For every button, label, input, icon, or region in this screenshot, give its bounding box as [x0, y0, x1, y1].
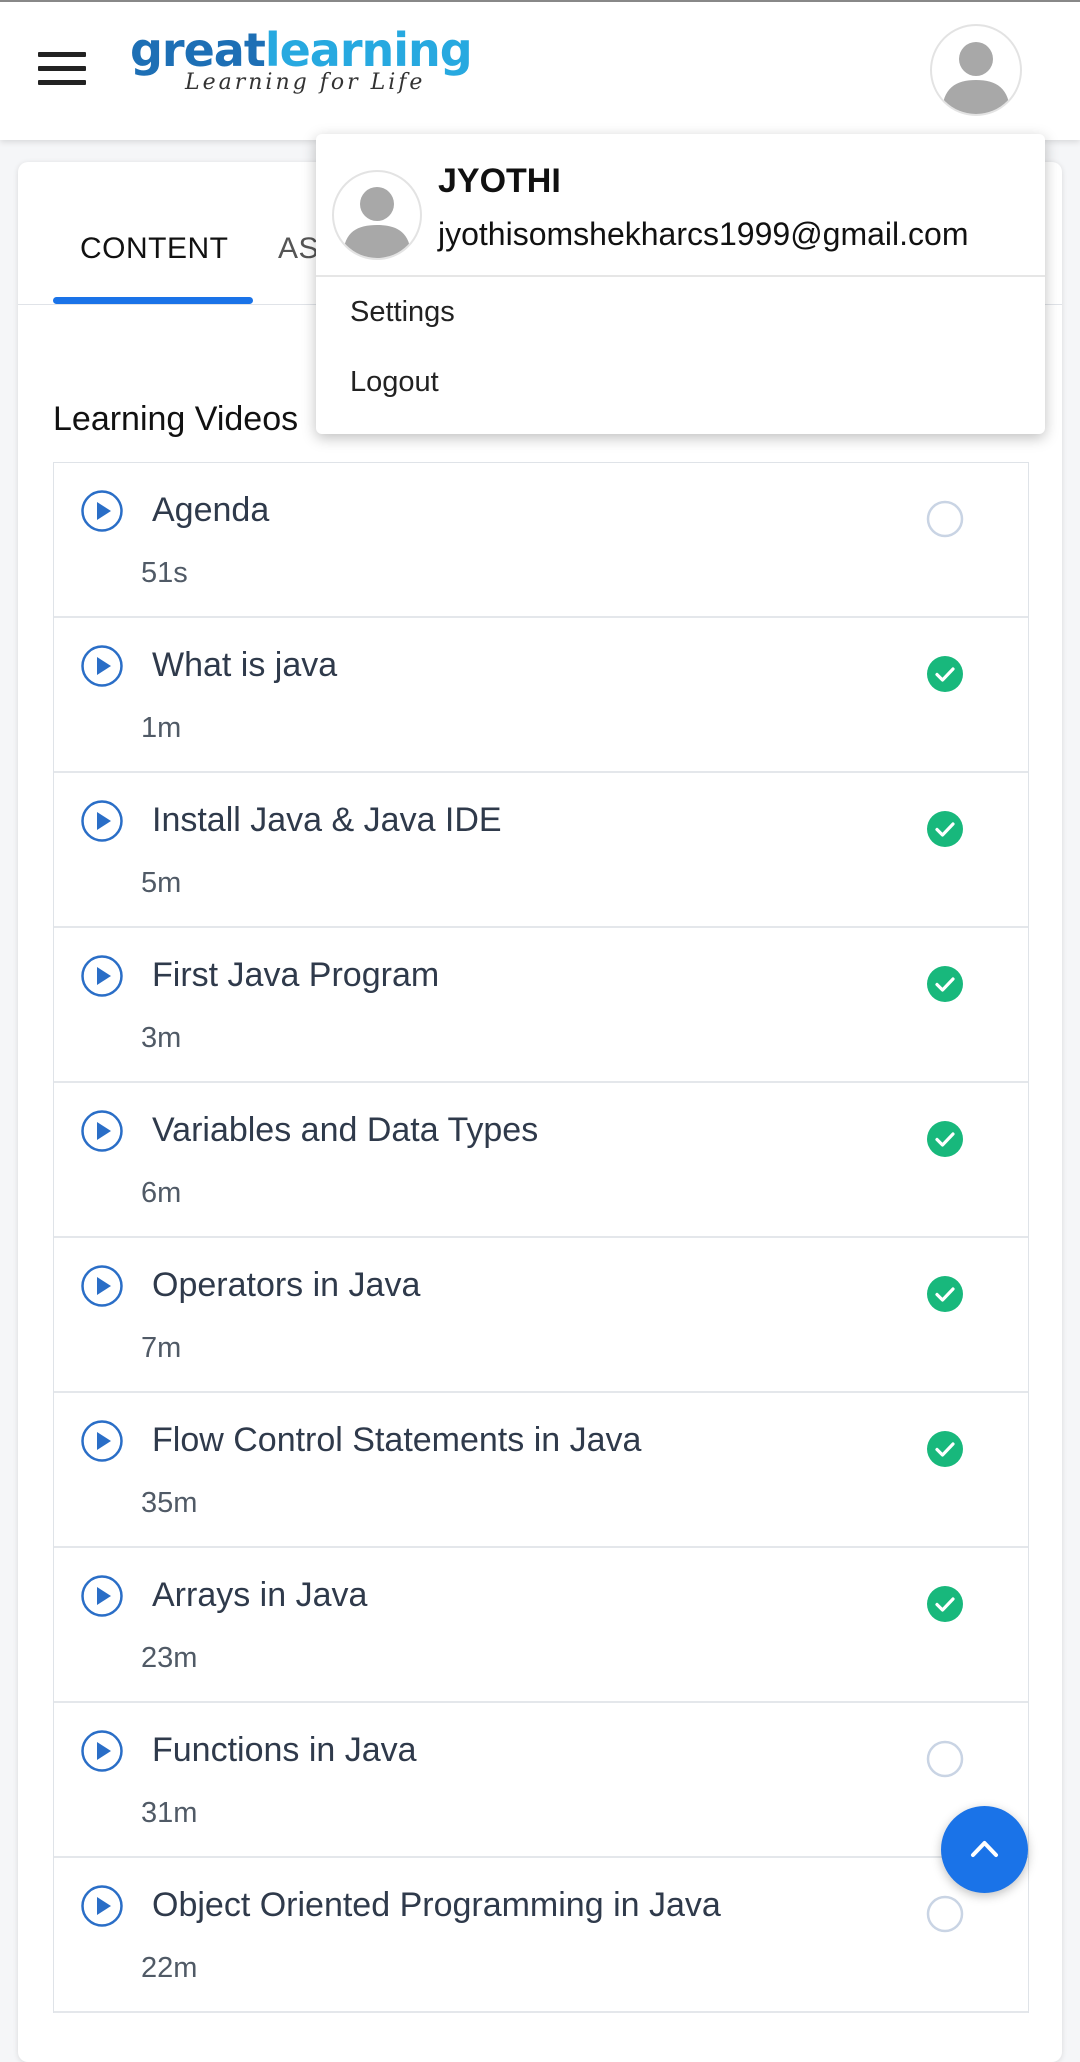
video-duration: 5m	[141, 867, 182, 899]
video-duration: 7m	[141, 1332, 182, 1364]
greatlearning-logo[interactable]: greatlearning Learning for Life	[130, 23, 473, 95]
video-row[interactable]: Object Oriented Programming in Java 22m	[54, 1858, 1028, 2013]
video-title[interactable]: Agenda	[152, 491, 269, 530]
video-duration: 35m	[141, 1487, 198, 1519]
incomplete-circle-icon	[926, 1895, 964, 1933]
video-duration: 51s	[141, 557, 188, 589]
dropdown-divider	[316, 275, 1045, 277]
profile-dropdown: JYOTHI jyothisomshekharcs1999@gmail.com …	[316, 134, 1045, 434]
logout-menu-item[interactable]: Logout	[350, 366, 439, 399]
play-circle-icon[interactable]	[80, 644, 124, 688]
video-title[interactable]: Variables and Data Types	[152, 1111, 538, 1150]
play-circle-icon[interactable]	[80, 1729, 124, 1773]
video-row[interactable]: Variables and Data Types 6m	[54, 1083, 1028, 1238]
video-duration: 31m	[141, 1797, 198, 1829]
video-title[interactable]: Flow Control Statements in Java	[152, 1421, 641, 1460]
video-title[interactable]: Operators in Java	[152, 1266, 420, 1305]
chevron-up-icon	[971, 1841, 998, 1857]
video-title[interactable]: What is java	[152, 646, 337, 685]
video-row[interactable]: What is java 1m	[54, 618, 1028, 773]
logo-wordmark: greatlearning	[130, 23, 473, 77]
play-circle-icon[interactable]	[80, 489, 124, 533]
completed-check-icon	[927, 811, 963, 847]
video-title[interactable]: Arrays in Java	[152, 1576, 367, 1615]
completed-check-icon	[927, 1586, 963, 1622]
play-circle-icon[interactable]	[80, 1264, 124, 1308]
play-circle-icon[interactable]	[80, 1419, 124, 1463]
profile-avatar-icon	[332, 170, 422, 260]
incomplete-circle-icon	[926, 1740, 964, 1778]
completed-check-icon	[927, 966, 963, 1002]
play-circle-icon[interactable]	[80, 1884, 124, 1928]
settings-menu-item[interactable]: Settings	[350, 296, 455, 329]
video-title[interactable]: Functions in Java	[152, 1731, 417, 1770]
video-row[interactable]: Operators in Java 7m	[54, 1238, 1028, 1393]
video-row[interactable]: Flow Control Statements in Java 35m	[54, 1393, 1028, 1548]
completed-check-icon	[927, 656, 963, 692]
course-content-card: CONTENT AS Learning Videos Agenda 51s What…	[18, 162, 1062, 2062]
hamburger-menu-icon[interactable]	[38, 52, 86, 86]
video-duration: 1m	[141, 712, 182, 744]
play-circle-icon[interactable]	[80, 1574, 124, 1618]
video-row[interactable]: Agenda 51s	[54, 463, 1028, 618]
video-duration: 6m	[141, 1177, 182, 1209]
video-duration: 23m	[141, 1642, 198, 1674]
video-duration: 22m	[141, 1952, 198, 1984]
tab-assessments[interactable]: AS	[278, 232, 319, 266]
tab-content[interactable]: CONTENT	[80, 232, 229, 266]
play-circle-icon[interactable]	[80, 954, 124, 998]
incomplete-circle-icon	[926, 500, 964, 538]
profile-email: jyothisomshekharcs1999@gmail.com	[438, 216, 969, 252]
app-header: greatlearning Learning for Life	[0, 0, 1080, 140]
completed-check-icon	[927, 1276, 963, 1312]
video-title[interactable]: Object Oriented Programming in Java	[152, 1886, 721, 1925]
video-duration: 3m	[141, 1022, 182, 1054]
completed-check-icon	[927, 1121, 963, 1157]
play-circle-icon[interactable]	[80, 799, 124, 843]
video-row[interactable]: Functions in Java 31m	[54, 1703, 1028, 1858]
profile-name: JYOTHI	[438, 162, 561, 200]
video-row[interactable]: Arrays in Java 23m	[54, 1548, 1028, 1703]
scroll-to-top-button[interactable]	[941, 1806, 1028, 1893]
video-title[interactable]: First Java Program	[152, 956, 439, 995]
video-list: Agenda 51s What is java 1m Install Java & Ja…	[53, 462, 1029, 2013]
completed-check-icon	[927, 1431, 963, 1467]
video-row[interactable]: Install Java & Java IDE 5m	[54, 773, 1028, 928]
play-circle-icon[interactable]	[80, 1109, 124, 1153]
section-title: Learning Videos	[53, 400, 299, 438]
video-title[interactable]: Install Java & Java IDE	[152, 801, 502, 840]
video-row[interactable]: First Java Program 3m	[54, 928, 1028, 1083]
user-avatar-icon[interactable]	[930, 24, 1022, 116]
active-tab-indicator	[53, 297, 253, 304]
